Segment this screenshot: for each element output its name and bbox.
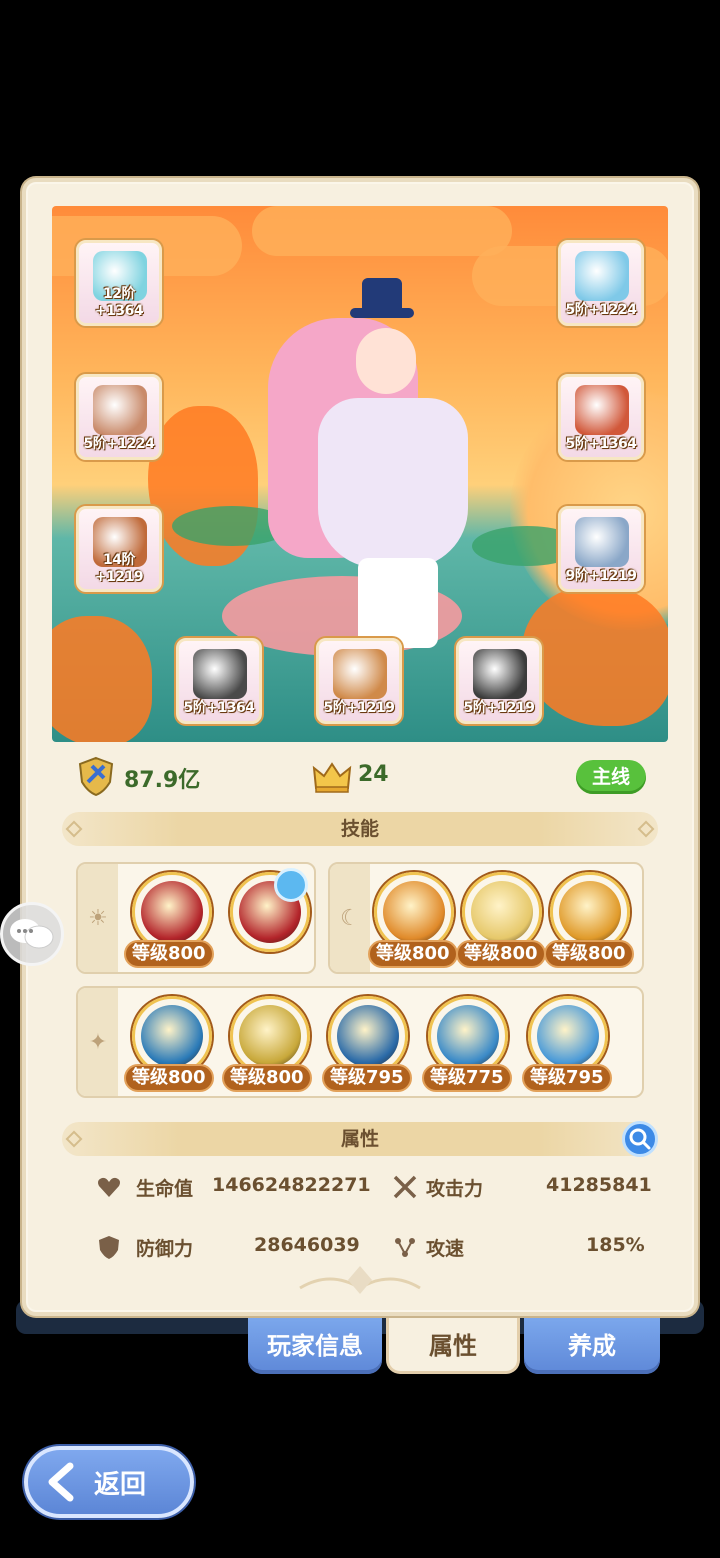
skill-group-star: ✦ 等级800 等级800 等级795 等级775 等级795 [76,986,644,1098]
sun-icon: ☀ [78,864,118,972]
skill-group-moon: ☾ 等级800 等级800 等级800 [328,862,644,974]
skills-header: 技能 [62,812,658,846]
back-button[interactable]: 返回 [24,1446,194,1518]
necklace-icon [333,649,387,699]
skill-level: 等级800 [368,940,458,968]
def-label: 防御力 [136,1238,194,1260]
equip-slot-helmet[interactable]: 5阶+1224 [558,240,644,326]
skills-title: 技能 [340,818,379,840]
sword-badge-icon [274,868,308,902]
ornament-decoration [299,1266,421,1294]
skill-level: 等级800 [124,940,214,968]
spd-value: 185% [586,1234,645,1256]
attributes-title: 属性 [340,1128,379,1150]
hp-value: 146624822271 [212,1174,371,1196]
skill-level: 等级795 [522,1064,612,1092]
skill-level: 等级800 [544,940,634,968]
equip-level: 5阶+1219 [463,700,535,716]
equip-level: 5阶+1224 [565,302,637,318]
skill-group-sun: ☀ 等级800 [76,862,316,974]
boots-icon [575,517,629,567]
shoulder-icon [575,385,629,435]
def-value: 28646039 [254,1234,360,1256]
back-label: 返回 [94,1470,147,1500]
spd-label: 攻速 [426,1238,465,1260]
heart-icon [98,1177,120,1197]
equip-level: 9阶+1219 [565,568,637,584]
skill-level: 等级800 [222,1064,312,1092]
hp-label: 生命值 [136,1178,194,1200]
crossed-swords-icon [393,1175,417,1199]
search-icon [629,1128,651,1150]
equip-level: 5阶+1219 [323,700,395,716]
shield-icon [99,1236,119,1259]
chat-button[interactable] [0,902,64,966]
tab-development[interactable]: 养成 [524,1318,660,1374]
equip-slot-ring[interactable]: 5阶+1364 [176,638,262,724]
helmet-icon [575,251,629,301]
star-icon: ✦ [78,988,118,1096]
equip-level: 5阶+1364 [565,436,637,452]
mainline-button[interactable]: 主线 [576,760,646,794]
moon-icon: ☾ [330,864,370,972]
flame-decoration [52,616,152,742]
equip-level: 5阶+1364 [183,700,255,716]
cloud-decoration [252,206,512,256]
skill-level: 等级800 [456,940,546,968]
tab-attributes[interactable]: 属性 [386,1318,520,1374]
equip-slot-bow[interactable]: 12阶+1364 [76,240,162,326]
speed-icon [395,1238,415,1257]
character-avatar[interactable] [258,278,498,658]
back-arrow-icon [48,1462,74,1502]
search-button[interactable] [622,1121,658,1157]
tab-player-info[interactable]: 玩家信息 [248,1318,382,1374]
equip-slot-necklace[interactable]: 5阶+1219 [316,638,402,724]
flame-decoration [522,586,668,726]
chat-icon [10,919,54,949]
equip-slot-boots[interactable]: 9阶+1219 [558,506,644,592]
equip-slot-armor[interactable]: 5阶+1224 [76,374,162,460]
diamond-icon [65,1130,83,1148]
atk-label: 攻击力 [426,1178,484,1200]
ring-icon [193,649,247,699]
crown-count: 24 [358,762,389,787]
summary-stats: 87.9亿 24 主线 [52,756,668,800]
diamond-icon [65,820,83,838]
skill-level: 等级775 [422,1064,512,1092]
equip-level: 5阶+1224 [83,436,155,452]
combat-power-value: 87.9亿 [124,768,201,793]
attr-row-1: 生命值 146624822271 攻击力 41285841 [92,1166,652,1206]
equip-level: 14阶+1219 [94,552,144,585]
skill-level: 等级795 [322,1064,412,1092]
equip-slot-shoulder[interactable]: 5阶+1364 [558,374,644,460]
equip-level: 12阶+1364 [94,286,144,319]
armor-icon [93,385,147,435]
power-shield-icon [78,756,114,796]
attributes-header: 属性 [62,1122,658,1156]
equip-slot-amulet[interactable]: 5阶+1219 [456,638,542,724]
skill-level: 等级800 [124,1064,214,1092]
atk-value: 41285841 [546,1174,652,1196]
amulet-icon [473,649,527,699]
equip-slot-belt[interactable]: 14阶+1219 [76,506,162,592]
diamond-icon [637,820,655,838]
crown-icon [312,762,352,793]
